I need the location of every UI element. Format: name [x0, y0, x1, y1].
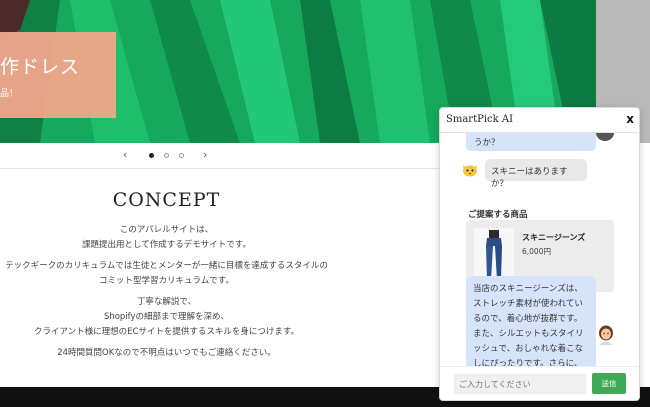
- chat-title: SmartPick AI: [446, 114, 514, 125]
- chat-header: SmartPick AI x: [440, 108, 639, 133]
- carousel-controls: ‹ ›: [118, 148, 218, 164]
- chat-bot-message: うか？: [466, 133, 596, 151]
- chat-message-list[interactable]: うか？ スキニーはありますか？ ご提案する商品 スキニージーンズ 6,000円 …: [440, 133, 639, 366]
- concept-line-7: クライアント様に理想のECサイトを提供するスキルを身につけます。: [33, 327, 300, 337]
- concept-line-1: このアパレルサイトは、: [119, 225, 214, 235]
- product-price: 6,000円: [522, 247, 551, 256]
- concept-line-4: コミット型学習カリキュラムです。: [99, 276, 234, 286]
- carousel-dot-2[interactable]: [164, 153, 169, 158]
- carousel-dot-1[interactable]: [149, 153, 154, 158]
- chat-close-button[interactable]: x: [626, 112, 634, 126]
- chat-user-message-text: スキニーはありますか？: [491, 167, 568, 189]
- chat-user-message: スキニーはありますか？: [485, 159, 587, 189]
- concept-line-5: 丁寧な解説で、: [136, 297, 197, 307]
- concept-line-6: Shopifyの細部まで理解を深め、: [103, 312, 230, 322]
- chat-widget: SmartPick AI x うか？ スキニーはありますか？ ご提案する商品 ス…: [439, 107, 640, 401]
- user-cat-avatar-icon: [463, 165, 477, 177]
- product-name: スキニージーンズ: [522, 233, 586, 242]
- bot-avatar-partial: [596, 133, 614, 141]
- carousel-prev-icon[interactable]: ‹: [123, 148, 127, 161]
- chat-input-area: 送信: [440, 366, 639, 400]
- section-divider: [0, 168, 440, 169]
- chat-bot-message-long-text: 当店のスキニージーンズは、ストレッチ素材が使われているので、着心地が抜群です。ま…: [473, 284, 584, 366]
- hero-subtitle: 品！: [0, 89, 19, 99]
- hero-title: 作ドレス: [0, 56, 81, 78]
- concept-line-3: テックギークのカリキュラムでは生徒とメンターが一緒に目標を達成するスタイルの: [5, 261, 328, 271]
- chat-bot-message-text: うか？: [474, 138, 500, 148]
- concept-line-2: 課題提出用として作成するデモサイトです。: [82, 240, 251, 250]
- concept-title: CONCEPT: [112, 189, 221, 211]
- chat-bot-message-long: 当店のスキニージーンズは、ストレッチ素材が使われているので、着心地が抜群です。ま…: [466, 276, 596, 366]
- carousel-dot-3[interactable]: [179, 153, 184, 158]
- bot-avatar-icon: [599, 325, 613, 345]
- suggestion-label: ご提案する商品: [468, 210, 528, 220]
- carousel-next-icon[interactable]: ›: [203, 148, 207, 161]
- chat-send-button[interactable]: 送信: [592, 373, 626, 394]
- chat-message-input[interactable]: [454, 374, 586, 394]
- concept-line-8: 24時間質問OKなので不明点はいつでもご連絡ください。: [57, 348, 276, 358]
